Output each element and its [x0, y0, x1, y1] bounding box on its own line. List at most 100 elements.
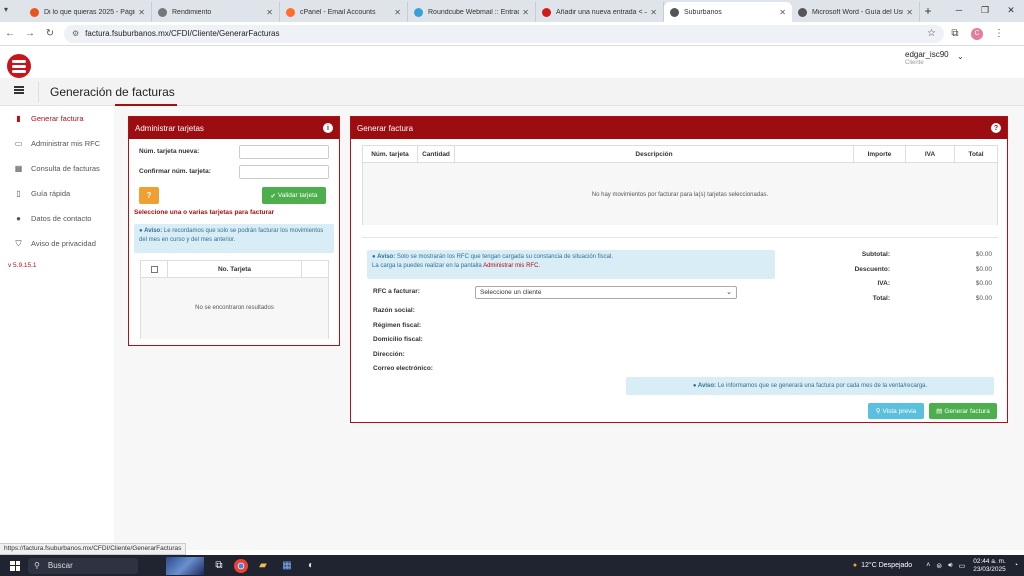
info-circle-icon: ● [692, 383, 697, 389]
confirm-card-input[interactable] [239, 165, 329, 179]
status-link-preview: https://factura.fsuburbanos.mx/CFDI/Clie… [0, 543, 187, 555]
forward-icon[interactable]: → [20, 28, 40, 39]
help-icon[interactable]: ? [991, 123, 1001, 133]
notice-text: Le recordamos que solo se podrán factura… [139, 228, 324, 244]
browser-tab[interactable]: Rendimiento ✕ [152, 2, 280, 22]
notifications-icon[interactable]: ◔ [1014, 562, 1018, 569]
file-icon: ▤ [936, 408, 943, 415]
tab-close-icon[interactable]: ✕ [522, 8, 529, 17]
shield-icon: ⛉ [15, 238, 22, 248]
tab-search-icon[interactable]: ▾ [4, 5, 8, 14]
sidebar-item[interactable]: ● Datos de contacto [0, 206, 114, 231]
browser-tab[interactable]: Microsoft Word - Guía del Usu ✕ [792, 2, 920, 22]
clock[interactable]: 02:44 a. m. 23/03/2025 [973, 558, 1006, 574]
sidebar-item-label: Aviso de privacidad [31, 239, 96, 248]
weather-icon: ● [852, 562, 858, 569]
system-tray: ● 12°C Despejado ˄ ⊜ 🔊︎ ▭ 02:44 a. m. 23… [853, 555, 1024, 576]
battery-icon[interactable]: ▭ [959, 562, 966, 570]
new-tab-button[interactable]: + [920, 4, 936, 18]
suburbanos-logo[interactable] [7, 54, 31, 78]
confirm-card-label: Confirmar núm. tarjeta: [139, 168, 211, 175]
taskbar-search-label: Buscar [47, 561, 73, 570]
invoice-column-header: IVA [906, 146, 955, 162]
minimize-icon[interactable]: ─ [946, 0, 972, 20]
sidebar-item[interactable]: ▮ Generar factura [0, 106, 114, 131]
calculator-icon[interactable]: ▦ [278, 557, 296, 575]
bookmark-star-icon[interactable]: ☆ [927, 28, 936, 39]
browser-tab[interactable]: cPanel - Email Accounts ✕ [280, 2, 408, 22]
browser-menu-icon[interactable]: ⋮ [988, 28, 1010, 39]
tab-close-icon[interactable]: ✕ [138, 8, 145, 17]
invoice-column-header: Total [968, 150, 984, 158]
total-label: IVA: [877, 280, 890, 287]
validate-card-button[interactable]: ✔ Validar tarjeta [262, 187, 326, 204]
tab-close-icon[interactable]: ✕ [266, 8, 273, 17]
tab-title: Rendimiento [172, 8, 212, 16]
tab-close-icon[interactable]: ✕ [394, 8, 401, 17]
tab-close-icon[interactable]: ✕ [906, 8, 913, 17]
browser-tab[interactable]: Di lo que quieras 2025 - Página ✕ [24, 2, 152, 22]
total-value: $0.00 [975, 280, 992, 287]
total-label: Total: [872, 294, 890, 302]
speaker-icon[interactable]: 🔊︎ [948, 562, 952, 570]
back-icon[interactable]: ← [0, 28, 20, 39]
sidebar-item-label: Guía rápida [31, 189, 71, 198]
hamburger-menu-icon[interactable] [14, 86, 24, 94]
url-text: factura.fsuburbanos.mx/CFDI/Cliente/Gene… [85, 29, 280, 38]
taskbar-search[interactable]: ⚲ Buscar [28, 557, 138, 574]
tab-close-icon[interactable]: ✕ [779, 8, 786, 17]
site-info-icon[interactable]: ⚙ [72, 29, 79, 38]
sidebar-item[interactable]: ▭ Administrar mis RFC [0, 131, 114, 156]
rfc-select[interactable]: Seleccione un cliente ⌄ [475, 286, 737, 299]
windows-taskbar: ⚲ Buscar ⧉ ▰ ▦ ◐ ● 12°C Despejado ˄ ⊜ 🔊︎… [0, 555, 1024, 576]
tab-close-icon[interactable]: ✕ [650, 8, 657, 17]
check-icon: ✔ [270, 192, 276, 200]
chevron-down-icon[interactable]: ⌄ [957, 52, 964, 61]
close-window-icon[interactable]: ✕ [998, 0, 1024, 20]
generate-invoice-label: Generar factura [944, 407, 990, 415]
sidebar-item[interactable]: ⛉ Aviso de privacidad [0, 231, 114, 256]
search-icon: ⚲ [34, 561, 40, 570]
invoice-field-label: Régimen fiscal: [373, 321, 422, 329]
profile-avatar[interactable]: C [971, 27, 983, 40]
divider [362, 237, 998, 238]
select-all-checkbox[interactable] [150, 265, 158, 273]
chevron-up-icon[interactable]: ˄ [926, 562, 930, 569]
card-help-button[interactable]: ? [139, 187, 159, 204]
generate-invoice-button[interactable]: ▤ Generar factura [929, 403, 997, 419]
browser-tab[interactable]: Roundcube Webmail :: Entrada ✕ [408, 2, 536, 22]
browser-tab[interactable]: Suburbanos ✕ [664, 2, 792, 22]
invoice-panel: Generar factura ? Núm. tarjeta Cantidad De… [350, 116, 1008, 423]
new-card-input[interactable] [239, 145, 329, 159]
app-header: edgar_isc90 Cliente ⌄ [0, 46, 1024, 78]
administrar-rfc-link[interactable]: Administrar mis RFC. [483, 263, 540, 269]
info-icon[interactable]: i [323, 123, 333, 133]
task-view-icon[interactable]: ⧉ [210, 557, 228, 575]
bottom-notice-text: Le informamos que se generará una factur… [717, 383, 928, 389]
tab-favicon-icon [542, 7, 551, 17]
weather-text[interactable]: 12°C Despejado [861, 562, 912, 569]
file-explorer-icon[interactable]: ▰ [254, 557, 272, 575]
widgets-thumbnail[interactable] [166, 556, 204, 575]
preview-button[interactable]: ⚲ Vista previa [868, 403, 924, 419]
app-version: v 5.9.15.1 [8, 262, 37, 269]
restore-icon[interactable]: ❐ [972, 0, 998, 20]
user-menu[interactable]: edgar_isc90 Cliente [905, 50, 949, 66]
invoice-table: Núm. tarjeta Cantidad Descripción Importe IV… [362, 145, 998, 225]
sidebar-item[interactable]: ▯ Guía rápida [0, 181, 114, 206]
sidebar: ▮ Generar factura ▭ Administrar mis RFC ▦ Con… [0, 106, 114, 550]
chevron-down-icon: ⌄ [726, 289, 732, 296]
chrome-icon[interactable] [234, 558, 248, 573]
url-input[interactable]: ⚙ factura.fsuburbanos.mx/CFDI/Cliente/Ge… [64, 24, 944, 43]
extensions-icon[interactable]: ⧉ [944, 28, 966, 39]
game-icon[interactable]: ◐ [302, 557, 320, 575]
network-icon[interactable]: ⊜ [936, 562, 942, 570]
select-all-checkbox-cell [141, 261, 168, 277]
total-label: Subtotal: [861, 251, 890, 258]
reload-icon[interactable]: ↻ [40, 28, 60, 39]
tab-favicon-icon [286, 7, 295, 17]
sidebar-item[interactable]: ▦ Consulta de facturas [0, 156, 114, 181]
browser-tab[interactable]: Añadir una nueva entrada < — ✕ [536, 2, 664, 22]
windows-start-icon[interactable] [10, 560, 20, 571]
book-icon: ▯ [16, 189, 21, 198]
